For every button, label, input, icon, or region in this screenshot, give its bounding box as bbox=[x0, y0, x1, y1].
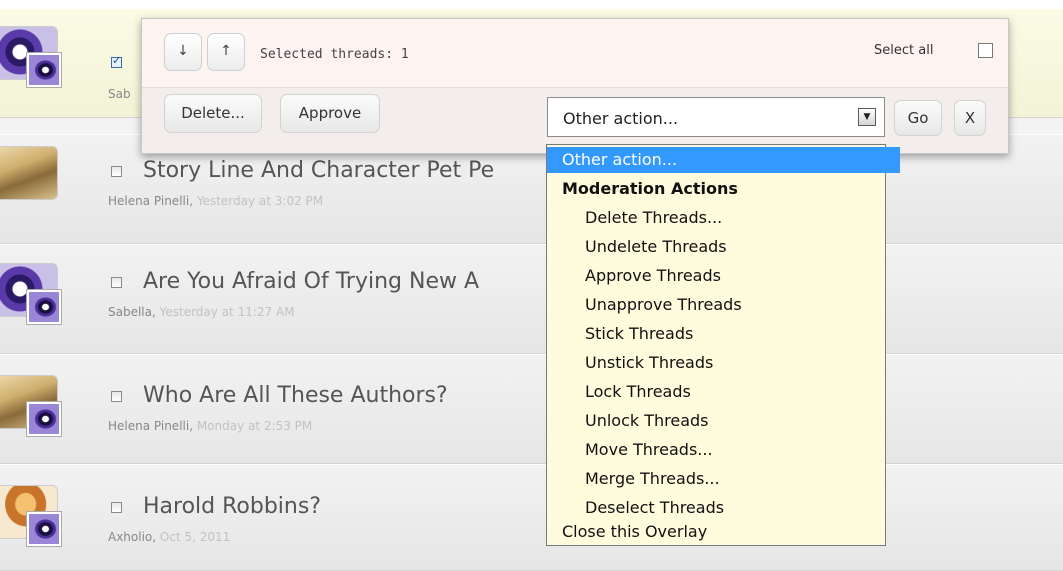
menu-item-unstick-threads[interactable]: Unstick Threads bbox=[547, 350, 923, 376]
book-reader-avatar-icon bbox=[0, 146, 58, 200]
eye-mini-avatar-icon bbox=[27, 53, 61, 87]
thread-meta: Helena Pinelli, Yesterday at 3:02 PM bbox=[108, 194, 323, 208]
thread-checkbox[interactable] bbox=[111, 502, 122, 513]
thread-checkbox[interactable] bbox=[111, 277, 122, 288]
thread-date: Yesterday at 3:02 PM bbox=[193, 194, 324, 208]
thread-meta: Axholio, Oct 5, 2011 bbox=[108, 530, 230, 544]
thread-avatar[interactable] bbox=[0, 375, 61, 455]
eye-mini-avatar-icon bbox=[27, 402, 61, 436]
action-select-value: Other action... bbox=[563, 109, 679, 128]
select-all-label[interactable]: Select all bbox=[874, 43, 933, 58]
thread-title[interactable]: Are You Afraid Of Trying New A bbox=[143, 269, 479, 294]
thread-author[interactable]: Helena Pinelli, bbox=[108, 419, 193, 433]
action-dropdown-list: Other action... Moderation Actions Delet… bbox=[546, 144, 900, 546]
menu-item-delete-threads[interactable]: Delete Threads... bbox=[547, 205, 923, 231]
thread-date: Oct 5, 2011 bbox=[156, 530, 231, 544]
thread-title[interactable]: Who Are All These Authors? bbox=[143, 383, 448, 408]
overlay-header: ↓ ↑ Selected threads: 1 Select all bbox=[142, 19, 1008, 88]
select-previous-button[interactable]: ↑ bbox=[207, 33, 245, 71]
go-button[interactable]: Go bbox=[894, 100, 942, 136]
menu-item-stick-threads[interactable]: Stick Threads bbox=[547, 321, 923, 347]
thread-meta: Helena Pinelli, Monday at 2:53 PM bbox=[108, 419, 312, 433]
menu-item-approve-threads[interactable]: Approve Threads bbox=[547, 263, 923, 289]
select-next-button[interactable]: ↓ bbox=[164, 33, 202, 71]
menu-item-unapprove-threads[interactable]: Unapprove Threads bbox=[547, 292, 923, 318]
menu-group-moderation-actions: Moderation Actions bbox=[562, 179, 738, 198]
thread-meta: Sabella, Yesterday at 11:27 AM bbox=[108, 305, 295, 319]
menu-item-other-action[interactable]: Other action... bbox=[547, 147, 900, 173]
top-strip bbox=[0, 0, 1063, 8]
thread-avatar[interactable] bbox=[0, 146, 58, 226]
thread-date: Yesterday at 11:27 AM bbox=[155, 305, 295, 319]
arrow-down-icon: ↓ bbox=[177, 43, 189, 59]
inline-moderation-overlay: ↓ ↑ Selected threads: 1 Select all Delet… bbox=[141, 18, 1009, 154]
thread-author[interactable]: Helena Pinelli, bbox=[108, 194, 193, 208]
select-all-checkbox[interactable] bbox=[978, 43, 993, 58]
arrow-up-icon: ↑ bbox=[220, 43, 232, 59]
thread-author[interactable]: Sabella, bbox=[108, 305, 156, 319]
thread-title[interactable]: Harold Robbins? bbox=[143, 494, 321, 519]
thread-author[interactable]: Axholio, bbox=[108, 530, 156, 544]
close-overlay-button[interactable]: X bbox=[954, 100, 986, 136]
thread-avatar[interactable] bbox=[0, 485, 61, 565]
eye-mini-avatar-icon bbox=[27, 290, 61, 324]
menu-item-unlock-threads[interactable]: Unlock Threads bbox=[547, 408, 923, 434]
thread-date: Monday at 2:53 PM bbox=[193, 419, 313, 433]
approve-button[interactable]: Approve bbox=[280, 94, 380, 133]
thread-meta: Sab bbox=[108, 87, 131, 101]
chevron-down-icon[interactable]: ▼ bbox=[858, 108, 876, 126]
delete-button[interactable]: Delete... bbox=[164, 94, 262, 133]
thread-avatar[interactable] bbox=[0, 263, 61, 343]
thread-checkbox[interactable] bbox=[111, 166, 122, 177]
thread-checkbox[interactable] bbox=[111, 391, 122, 402]
action-select[interactable]: Other action... ▼ bbox=[547, 97, 885, 137]
thread-checkbox[interactable] bbox=[111, 54, 122, 68]
menu-item-undelete-threads[interactable]: Undelete Threads bbox=[547, 234, 923, 260]
menu-item-merge-threads[interactable]: Merge Threads... bbox=[547, 466, 923, 492]
menu-item-move-threads[interactable]: Move Threads... bbox=[547, 437, 923, 463]
menu-item-deselect-threads[interactable]: Deselect Threads bbox=[547, 495, 923, 521]
menu-item-lock-threads[interactable]: Lock Threads bbox=[547, 379, 923, 405]
thread-avatar[interactable] bbox=[0, 26, 61, 106]
thread-title[interactable]: Story Line And Character Pet Pe bbox=[143, 158, 494, 183]
menu-item-close-overlay[interactable]: Close this Overlay bbox=[547, 519, 900, 545]
thread-author[interactable]: Sab bbox=[108, 87, 131, 101]
select-all-control[interactable]: Select all bbox=[874, 43, 993, 58]
eye-mini-avatar-icon bbox=[27, 512, 61, 546]
selected-count: Selected threads: 1 bbox=[260, 47, 409, 62]
